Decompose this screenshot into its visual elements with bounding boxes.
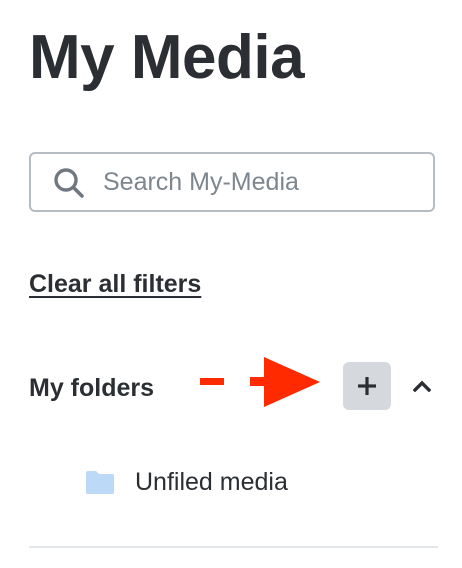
folder-item-unfiled-media[interactable]: Unfiled media (84, 462, 288, 502)
chevron-up-icon (413, 380, 431, 392)
my-folders-heading: My folders (29, 374, 155, 402)
folder-icon (86, 471, 114, 494)
search-input[interactable] (103, 160, 423, 204)
plus-icon (358, 377, 376, 395)
section-divider (29, 546, 438, 548)
collapse-folders-button[interactable] (406, 368, 438, 404)
red-arrow-icon (200, 357, 320, 407)
clear-all-filters-link[interactable]: Clear all filters (29, 268, 201, 300)
folder-label: Unfiled media (135, 468, 288, 496)
page-title: My Media (29, 23, 305, 92)
search-icon (54, 168, 84, 198)
add-folder-button[interactable] (343, 362, 391, 410)
search-box[interactable] (29, 152, 435, 212)
